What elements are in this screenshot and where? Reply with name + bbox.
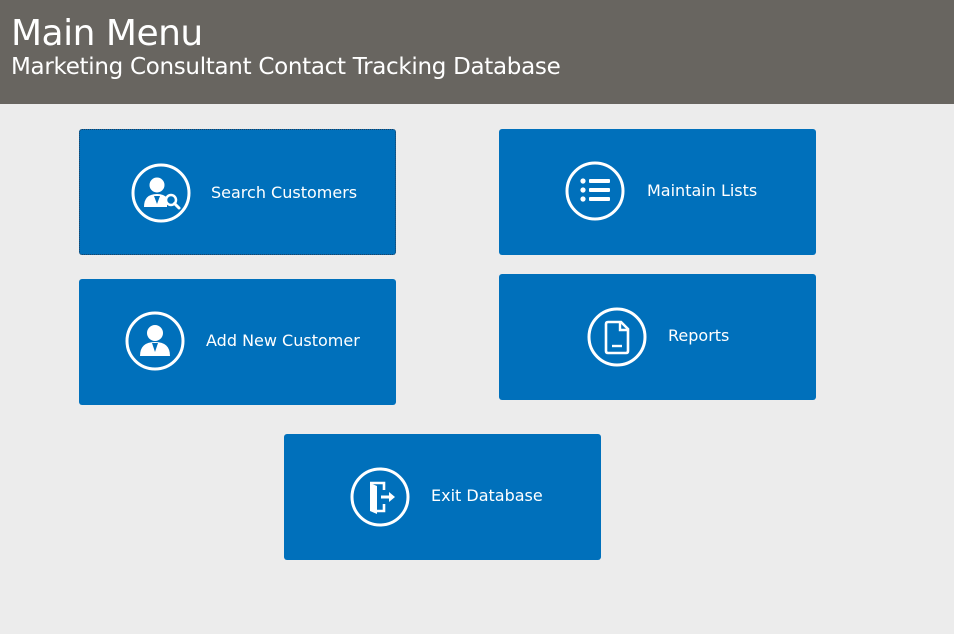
reports-label: Reports (668, 326, 730, 345)
page-subtitle: Marketing Consultant Contact Tracking Da… (11, 54, 561, 80)
add-new-customer-label: Add New Customer (206, 331, 360, 350)
search-customers-button[interactable]: Search Customers (79, 129, 396, 255)
document-icon (587, 307, 647, 367)
reports-button[interactable]: Reports (499, 274, 816, 400)
exit-database-button[interactable]: Exit Database (284, 434, 601, 560)
header-bar: Main Menu Marketing Consultant Contact T… (0, 0, 954, 104)
add-new-customer-button[interactable]: Add New Customer (79, 279, 396, 405)
exit-database-label: Exit Database (431, 486, 543, 505)
page-title: Main Menu (11, 13, 203, 54)
maintain-lists-label: Maintain Lists (647, 181, 758, 200)
user-icon (125, 311, 185, 371)
list-icon (565, 161, 625, 221)
exit-door-icon (350, 467, 410, 527)
maintain-lists-button[interactable]: Maintain Lists (499, 129, 816, 255)
search-customers-label: Search Customers (211, 183, 358, 202)
user-search-icon (131, 163, 191, 223)
